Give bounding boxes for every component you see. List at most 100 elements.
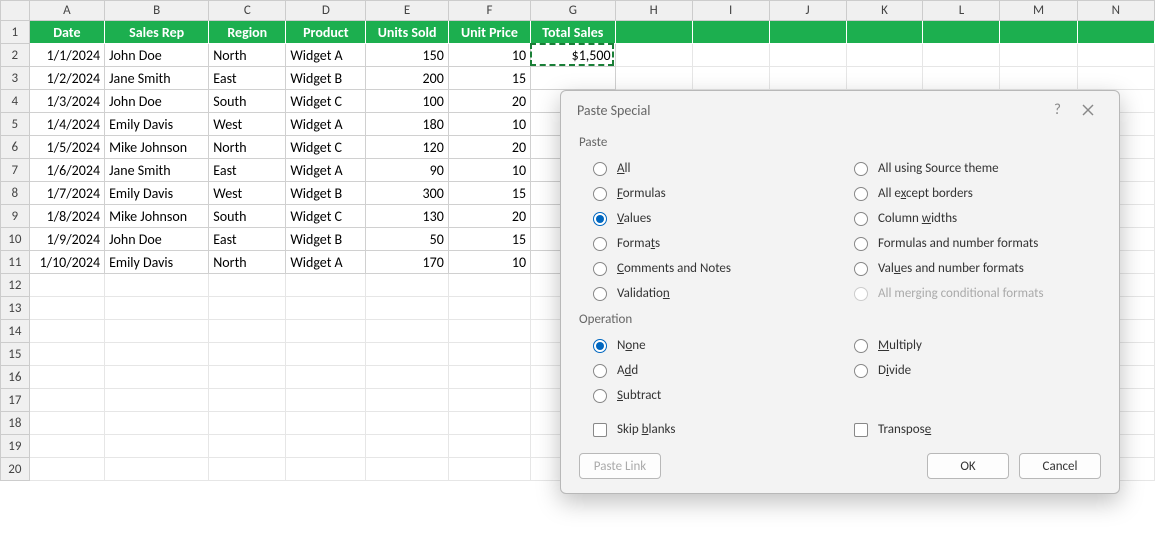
cell-E3[interactable]: 200 — [366, 67, 448, 90]
cell-E15[interactable] — [366, 343, 448, 366]
cell-C9[interactable]: South — [209, 205, 286, 228]
row-header-15[interactable]: 15 — [1, 343, 30, 366]
cell-F19[interactable] — [448, 435, 530, 458]
column-header-E[interactable]: E — [366, 1, 448, 21]
cell-N2[interactable] — [1077, 44, 1154, 67]
row-header-19[interactable]: 19 — [1, 435, 30, 458]
cell-A2[interactable]: 1/1/2024 — [29, 44, 104, 67]
cell-B3[interactable]: Jane Smith — [105, 67, 209, 90]
cell-B12[interactable] — [105, 274, 209, 297]
cell-B4[interactable]: John Doe — [105, 90, 209, 113]
cell-D7[interactable]: Widget A — [286, 159, 366, 182]
cell-D5[interactable]: Widget A — [286, 113, 366, 136]
option-formulas[interactable]: Formulas — [579, 181, 840, 206]
transpose-checkbox[interactable]: Transpose — [840, 422, 1101, 437]
cell-D15[interactable] — [286, 343, 366, 366]
cell-D12[interactable] — [286, 274, 366, 297]
cell-J1[interactable] — [769, 21, 846, 44]
cell-H2[interactable] — [615, 44, 692, 67]
cell-K2[interactable] — [846, 44, 923, 67]
cell-F13[interactable] — [448, 297, 530, 320]
cell-A15[interactable] — [29, 343, 104, 366]
cell-D19[interactable] — [286, 435, 366, 458]
cell-B16[interactable] — [105, 366, 209, 389]
cell-F14[interactable] — [448, 320, 530, 343]
cell-I3[interactable] — [692, 67, 769, 90]
cell-D10[interactable]: Widget B — [286, 228, 366, 251]
column-header-L[interactable]: L — [923, 1, 1000, 21]
cell-A18[interactable] — [29, 412, 104, 435]
cell-D13[interactable] — [286, 297, 366, 320]
cell-E12[interactable] — [366, 274, 448, 297]
cell-F10[interactable]: 15 — [448, 228, 530, 251]
row-header-6[interactable]: 6 — [1, 136, 30, 159]
cell-B8[interactable]: Emily Davis — [105, 182, 209, 205]
row-header-18[interactable]: 18 — [1, 412, 30, 435]
cell-F15[interactable] — [448, 343, 530, 366]
cell-C11[interactable]: North — [209, 251, 286, 274]
cell-H1[interactable] — [615, 21, 692, 44]
option-subtract[interactable]: Subtract — [579, 383, 840, 408]
row-header-16[interactable]: 16 — [1, 366, 30, 389]
cell-H3[interactable] — [615, 67, 692, 90]
cell-B10[interactable]: John Doe — [105, 228, 209, 251]
option-except-borders[interactable]: All except borders — [840, 181, 1101, 206]
paste-link-button[interactable]: Paste Link — [579, 453, 661, 479]
option-validation[interactable]: Validation — [579, 281, 840, 306]
cell-E1[interactable]: Units Sold — [366, 21, 448, 44]
cell-N1[interactable] — [1077, 21, 1154, 44]
cell-A8[interactable]: 1/7/2024 — [29, 182, 104, 205]
option-formats[interactable]: Formats — [579, 231, 840, 256]
column-header-F[interactable]: F — [448, 1, 530, 21]
cell-A14[interactable] — [29, 320, 104, 343]
cell-D6[interactable]: Widget C — [286, 136, 366, 159]
cell-B13[interactable] — [105, 297, 209, 320]
cell-B5[interactable]: Emily Davis — [105, 113, 209, 136]
cell-C8[interactable]: West — [209, 182, 286, 205]
option-add[interactable]: Add — [579, 358, 840, 383]
cell-L3[interactable] — [923, 67, 1000, 90]
cell-F7[interactable]: 10 — [448, 159, 530, 182]
cell-D1[interactable]: Product — [286, 21, 366, 44]
cell-A10[interactable]: 1/9/2024 — [29, 228, 104, 251]
cell-C12[interactable] — [209, 274, 286, 297]
cell-E7[interactable]: 90 — [366, 159, 448, 182]
row-header-5[interactable]: 5 — [1, 113, 30, 136]
cell-A19[interactable] — [29, 435, 104, 458]
cell-A12[interactable] — [29, 274, 104, 297]
cell-E17[interactable] — [366, 389, 448, 412]
cell-I2[interactable] — [692, 44, 769, 67]
cell-A16[interactable] — [29, 366, 104, 389]
cell-K3[interactable] — [846, 67, 923, 90]
cell-D18[interactable] — [286, 412, 366, 435]
cell-E13[interactable] — [366, 297, 448, 320]
cell-J2[interactable] — [769, 44, 846, 67]
option-all[interactable]: All — [579, 156, 840, 181]
cell-G2[interactable]: $1,500 — [531, 44, 615, 67]
column-header-A[interactable]: A — [29, 1, 104, 21]
cell-D4[interactable]: Widget C — [286, 90, 366, 113]
ok-button[interactable]: OK — [927, 453, 1009, 479]
cell-E18[interactable] — [366, 412, 448, 435]
cell-F20[interactable] — [448, 458, 530, 481]
row-header-17[interactable]: 17 — [1, 389, 30, 412]
row-header-7[interactable]: 7 — [1, 159, 30, 182]
column-header-K[interactable]: K — [846, 1, 923, 21]
row-header-1[interactable]: 1 — [1, 21, 30, 44]
cell-F2[interactable]: 10 — [448, 44, 530, 67]
cell-E6[interactable]: 120 — [366, 136, 448, 159]
column-header-I[interactable]: I — [692, 1, 769, 21]
cell-F16[interactable] — [448, 366, 530, 389]
cell-A7[interactable]: 1/6/2024 — [29, 159, 104, 182]
cell-F5[interactable]: 10 — [448, 113, 530, 136]
cell-E10[interactable]: 50 — [366, 228, 448, 251]
cell-D3[interactable]: Widget B — [286, 67, 366, 90]
option-values[interactable]: Values — [579, 206, 840, 231]
cell-D16[interactable] — [286, 366, 366, 389]
cell-C19[interactable] — [209, 435, 286, 458]
column-header-M[interactable]: M — [1000, 1, 1077, 21]
row-header-10[interactable]: 10 — [1, 228, 30, 251]
cell-J3[interactable] — [769, 67, 846, 90]
cell-B1[interactable]: Sales Rep — [105, 21, 209, 44]
option-multiply[interactable]: Multiply — [840, 333, 1101, 358]
